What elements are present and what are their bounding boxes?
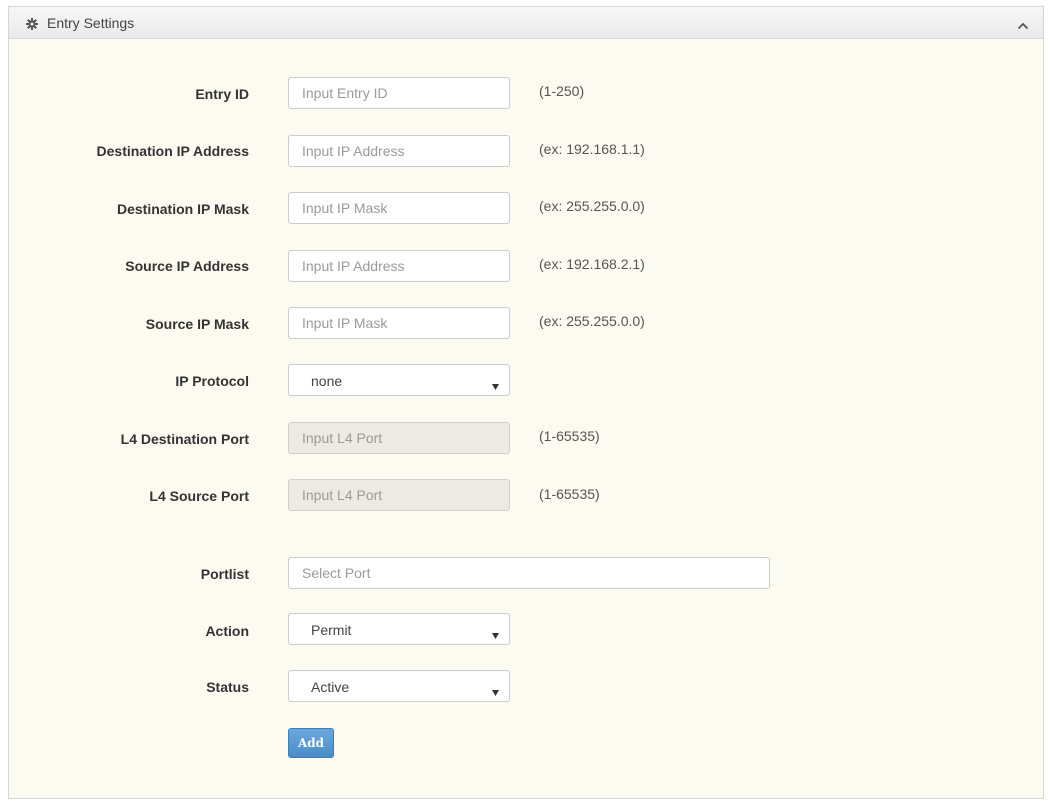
l4-destination-port-label: L4 Destination Port <box>120 431 249 447</box>
source-ip-address-input[interactable] <box>288 250 510 282</box>
add-button[interactable]: Add <box>288 728 334 758</box>
gear-icon <box>26 17 38 30</box>
l4-source-port-input <box>288 479 510 511</box>
l4-source-port-hint: (1-65535) <box>539 486 600 502</box>
portlist-label: Portlist <box>200 566 249 582</box>
destination-ip-address-label: Destination IP Address <box>96 143 249 159</box>
source-ip-address-label: Source IP Address <box>125 258 249 274</box>
destination-ip-address-hint: (ex: 192.168.1.1) <box>539 141 645 157</box>
status-value: Active <box>311 679 350 695</box>
source-ip-mask-label: Source IP Mask <box>145 316 249 332</box>
entry-settings-panel: Entry Settings Entry ID (1-250) Destinat… <box>8 6 1044 799</box>
l4-destination-port-input <box>288 422 510 454</box>
caret-down-icon <box>492 626 499 639</box>
chevron-up-icon[interactable] <box>1017 18 1029 30</box>
action-select[interactable]: Permit <box>288 613 510 645</box>
source-ip-mask-input[interactable] <box>288 307 510 339</box>
panel-header: Entry Settings <box>9 7 1043 39</box>
destination-ip-mask-label: Destination IP Mask <box>116 201 249 217</box>
entry-id-label: Entry ID <box>195 86 249 102</box>
l4-source-port-label: L4 Source Port <box>149 488 249 504</box>
ip-protocol-label: IP Protocol <box>175 373 249 389</box>
status-label: Status <box>206 679 249 695</box>
ip-protocol-value: none <box>311 373 343 389</box>
portlist-input[interactable] <box>288 557 770 589</box>
action-value: Permit <box>311 622 352 638</box>
status-select[interactable]: Active <box>288 670 510 702</box>
action-label: Action <box>205 623 249 639</box>
entry-id-hint: (1-250) <box>539 83 585 99</box>
entry-id-input[interactable] <box>288 77 510 109</box>
l4-destination-port-hint: (1-65535) <box>539 428 600 444</box>
ip-protocol-select[interactable]: none <box>288 364 510 396</box>
destination-ip-mask-hint: (ex: 255.255.0.0) <box>539 198 645 214</box>
destination-ip-mask-input[interactable] <box>288 192 510 224</box>
destination-ip-address-input[interactable] <box>288 135 510 167</box>
caret-down-icon <box>492 683 499 696</box>
source-ip-mask-hint: (ex: 255.255.0.0) <box>539 313 645 329</box>
caret-down-icon <box>492 377 499 390</box>
source-ip-address-hint: (ex: 192.168.2.1) <box>539 256 645 272</box>
panel-title: Entry Settings <box>47 15 135 31</box>
